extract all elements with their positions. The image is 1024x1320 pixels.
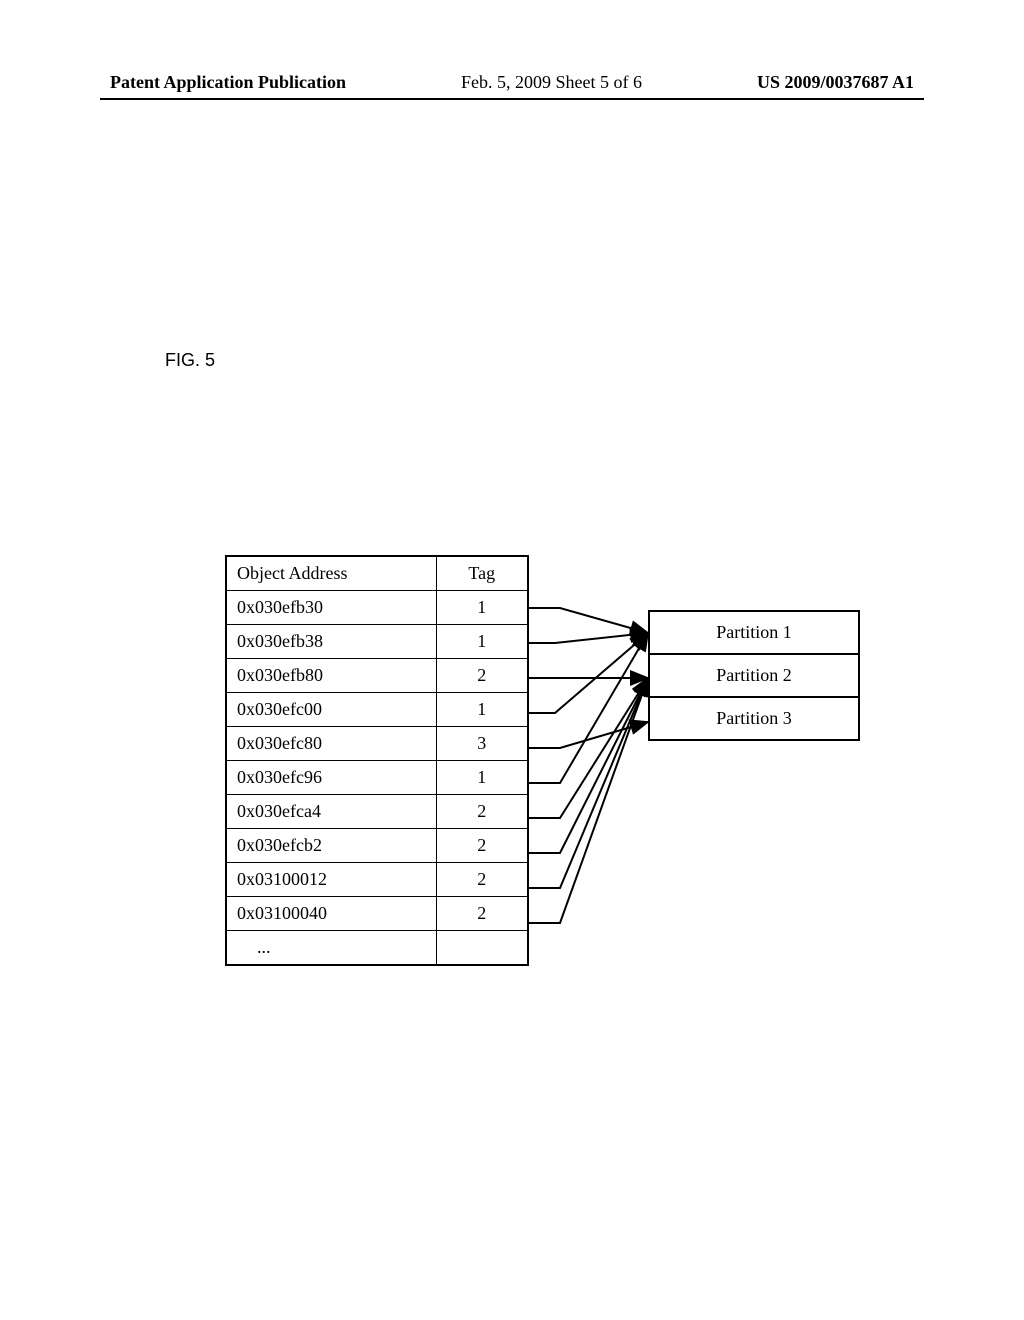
arrow-row4-to-partition1 <box>527 633 648 713</box>
arrow-row9-to-partition2 <box>527 678 648 888</box>
arrow-row7-to-partition2 <box>527 678 648 818</box>
cell-ellipsis: ... <box>226 931 436 966</box>
table-row: 0x030efc00 1 <box>226 693 528 727</box>
cell-address: 0x030efcb2 <box>226 829 436 863</box>
partition-row: Partition 2 <box>650 655 858 698</box>
table-row: 0x030efb80 2 <box>226 659 528 693</box>
arrow-row1-to-partition1 <box>527 608 648 633</box>
table-row: 0x030efb38 1 <box>226 625 528 659</box>
partition-stack: Partition 1 Partition 2 Partition 3 <box>648 610 860 741</box>
table-row: 0x030efcb2 2 <box>226 829 528 863</box>
header-center: Feb. 5, 2009 Sheet 5 of 6 <box>461 72 642 93</box>
arrow-row8-to-partition2 <box>527 678 648 853</box>
header-right: US 2009/0037687 A1 <box>757 72 914 93</box>
arrow-row5-to-partition3 <box>527 722 648 748</box>
cell-address: 0x030efc80 <box>226 727 436 761</box>
table-row: 0x030efc80 3 <box>226 727 528 761</box>
cell-address: 0x03100012 <box>226 863 436 897</box>
address-tag-table: Object Address Tag 0x030efb30 1 0x030efb… <box>225 555 529 966</box>
cell-address: 0x030efb38 <box>226 625 436 659</box>
arrow-row6-to-partition1 <box>527 633 648 783</box>
table-row: 0x030efb30 1 <box>226 591 528 625</box>
col-header-tag: Tag <box>436 556 528 591</box>
cell-address: 0x030efc00 <box>226 693 436 727</box>
cell-tag: 1 <box>436 761 528 795</box>
cell-address: 0x03100040 <box>226 897 436 931</box>
table-row: 0x03100040 2 <box>226 897 528 931</box>
cell-tag: 2 <box>436 863 528 897</box>
cell-tag: 2 <box>436 659 528 693</box>
header-left: Patent Application Publication <box>110 72 346 93</box>
page: Patent Application Publication Feb. 5, 2… <box>0 0 1024 1320</box>
cell-tag: 2 <box>436 795 528 829</box>
header-rule <box>100 98 924 100</box>
figure-label: FIG. 5 <box>165 350 215 371</box>
table-row-ellipsis: ... <box>226 931 528 966</box>
cell-tag: 2 <box>436 897 528 931</box>
cell-tag: 1 <box>436 591 528 625</box>
table-row: 0x030efca4 2 <box>226 795 528 829</box>
cell-address: 0x030efb30 <box>226 591 436 625</box>
cell-tag: 3 <box>436 727 528 761</box>
table-row: 0x030efc96 1 <box>226 761 528 795</box>
cell-empty <box>436 931 528 966</box>
cell-tag: 2 <box>436 829 528 863</box>
arrow-row2-to-partition1 <box>527 633 648 643</box>
arrow-row10-to-partition2 <box>527 678 648 923</box>
cell-address: 0x030efb80 <box>226 659 436 693</box>
table-row: 0x03100012 2 <box>226 863 528 897</box>
partition-row: Partition 1 <box>650 612 858 655</box>
cell-address: 0x030efc96 <box>226 761 436 795</box>
page-header: Patent Application Publication Feb. 5, 2… <box>110 72 914 93</box>
cell-address: 0x030efca4 <box>226 795 436 829</box>
partition-row: Partition 3 <box>650 698 858 739</box>
col-header-address: Object Address <box>226 556 436 591</box>
cell-tag: 1 <box>436 625 528 659</box>
cell-tag: 1 <box>436 693 528 727</box>
table-header-row: Object Address Tag <box>226 556 528 591</box>
